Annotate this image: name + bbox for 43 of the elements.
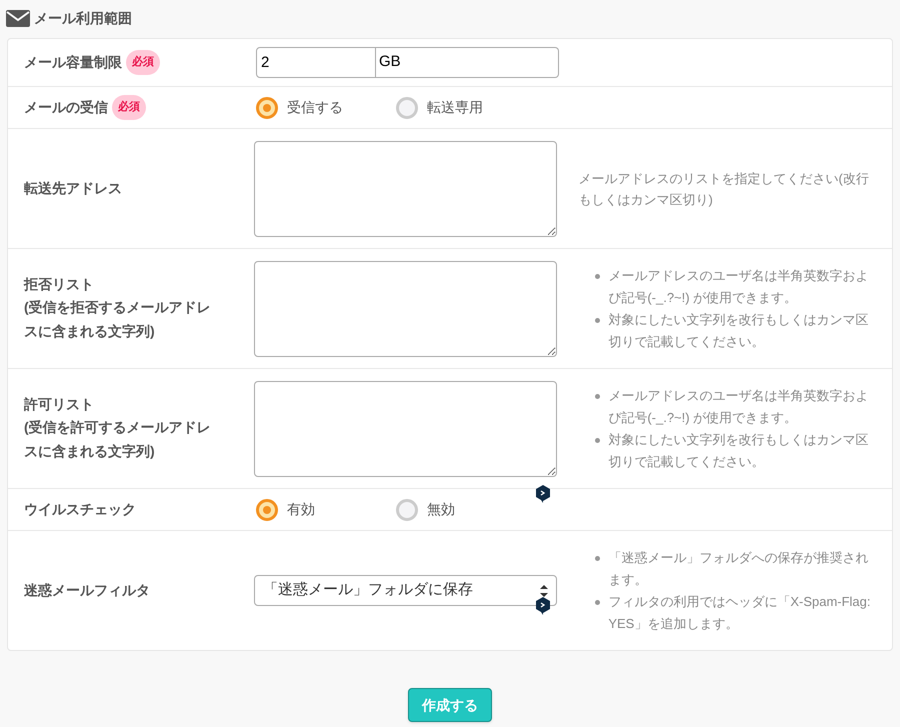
capacity-field[interactable]: 2 <box>256 47 376 78</box>
bullet-icon <box>595 318 600 322</box>
hint-text: 対象にしたい文字列を改行もしくはカンマ区切りで記載してください。 <box>608 430 870 470</box>
radio-label: 受信する <box>287 98 343 117</box>
radio-button[interactable] <box>396 96 418 118</box>
extension-icon[interactable] <box>536 484 550 502</box>
bullet-icon <box>595 600 600 604</box>
radio-button[interactable] <box>256 96 278 118</box>
radio-button[interactable] <box>256 498 278 520</box>
hint-text: 「迷惑メール」フォルダへの保存が推奨されます。 <box>608 548 870 588</box>
bullet-icon <box>595 274 600 278</box>
sort-arrows-icon <box>540 584 548 596</box>
select-field[interactable]: 「迷惑メール」フォルダに保存 <box>254 575 558 606</box>
hint-text: 対象にしたい文字列を改行もしくはカンマ区切りで記載してください。 <box>608 310 870 350</box>
field-label: ウイルスチェック <box>24 500 136 519</box>
extension-icon[interactable] <box>536 597 550 615</box>
required-badge: 必須 <box>112 95 146 120</box>
required-badge: 必須 <box>126 50 160 75</box>
hint-text: メールアドレスのユーザ名は半角英数字および記号(-_.?~!) が使用できます。 <box>608 386 870 427</box>
bullet-icon <box>595 394 600 398</box>
radio-label: 無効 <box>427 500 455 519</box>
section-title: メール利用範囲 <box>34 8 132 28</box>
radio-label: 転送専用 <box>427 98 483 117</box>
field-sublabel: (受信を拒否するメールアドレスに含まれる文字列) <box>24 298 212 341</box>
field-label: メールの受信 <box>24 98 108 117</box>
radio-label: 有効 <box>287 500 315 519</box>
text-area[interactable] <box>254 380 558 476</box>
field-label: 拒否リスト <box>24 275 94 294</box>
text-area[interactable] <box>254 260 558 356</box>
text-area[interactable] <box>254 140 558 236</box>
field-label: 迷惑メールフィルタ <box>24 581 150 600</box>
radio-button[interactable] <box>396 498 418 520</box>
hint-text: メールアドレスのリストを指定してください(改行もしくはカンマ区切り) <box>578 170 870 209</box>
field-sublabel: (受信を許可するメールアドレスに含まれる文字列) <box>24 418 212 461</box>
hint-text: メールアドレスのユーザ名は半角英数字および記号(-_.?~!) が使用できます。 <box>608 266 870 307</box>
field-label: 許可リスト <box>24 395 94 414</box>
field-label: 転送先アドレス <box>24 179 122 198</box>
bullet-icon <box>595 438 600 442</box>
field-label: メール容量制限 <box>24 53 122 72</box>
bullet-icon <box>595 556 600 560</box>
envelope-icon <box>6 10 30 26</box>
hint-text: フィルタの利用ではヘッダに「X-Spam-Flag: YES」を追加します。 <box>608 592 872 632</box>
unit-label: GB <box>376 47 559 78</box>
